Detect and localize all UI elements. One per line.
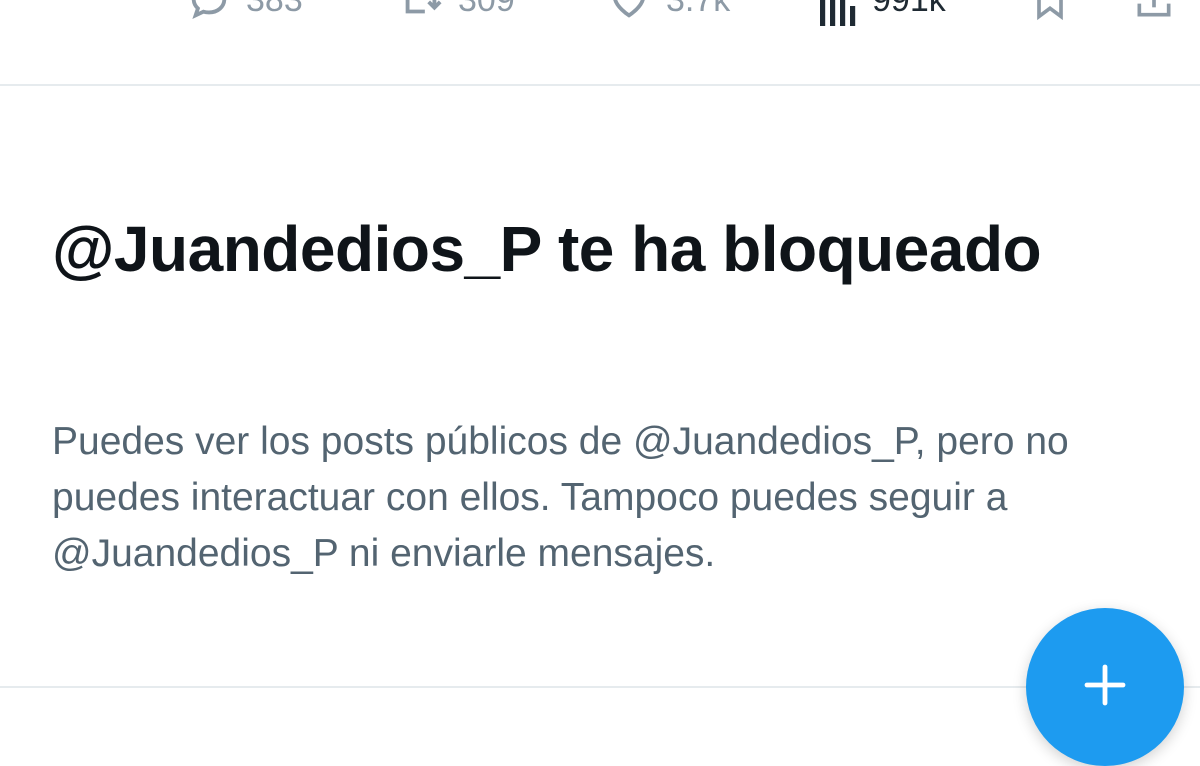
compose-post-button[interactable] (1026, 608, 1184, 766)
like-button[interactable]: 3.7k (606, 0, 730, 30)
repost-icon (398, 0, 444, 23)
heart-icon (606, 0, 652, 23)
reply-button[interactable]: 383 (186, 0, 303, 30)
bottom-divider (0, 686, 1200, 688)
share-button[interactable] (1132, 0, 1176, 30)
reply-icon (186, 0, 232, 23)
bookmark-button[interactable] (1028, 0, 1072, 30)
share-icon (1132, 0, 1176, 24)
blocked-description: Puedes ver los posts públicos de @Juande… (52, 420, 1069, 575)
reply-count: 383 (246, 0, 303, 19)
views-button[interactable]: 991k (818, 0, 946, 30)
tweet-action-bar: 383 309 3.7k 991k (0, 0, 1200, 86)
like-count: 3.7k (666, 0, 731, 19)
views-chart-icon (818, 0, 858, 26)
blocked-title: @Juandedios_P te ha bloqueado (52, 213, 1042, 285)
repost-button[interactable]: 309 (398, 0, 515, 30)
repost-count: 309 (458, 0, 515, 19)
bookmark-icon (1028, 0, 1072, 23)
views-count: 991k (872, 0, 946, 19)
